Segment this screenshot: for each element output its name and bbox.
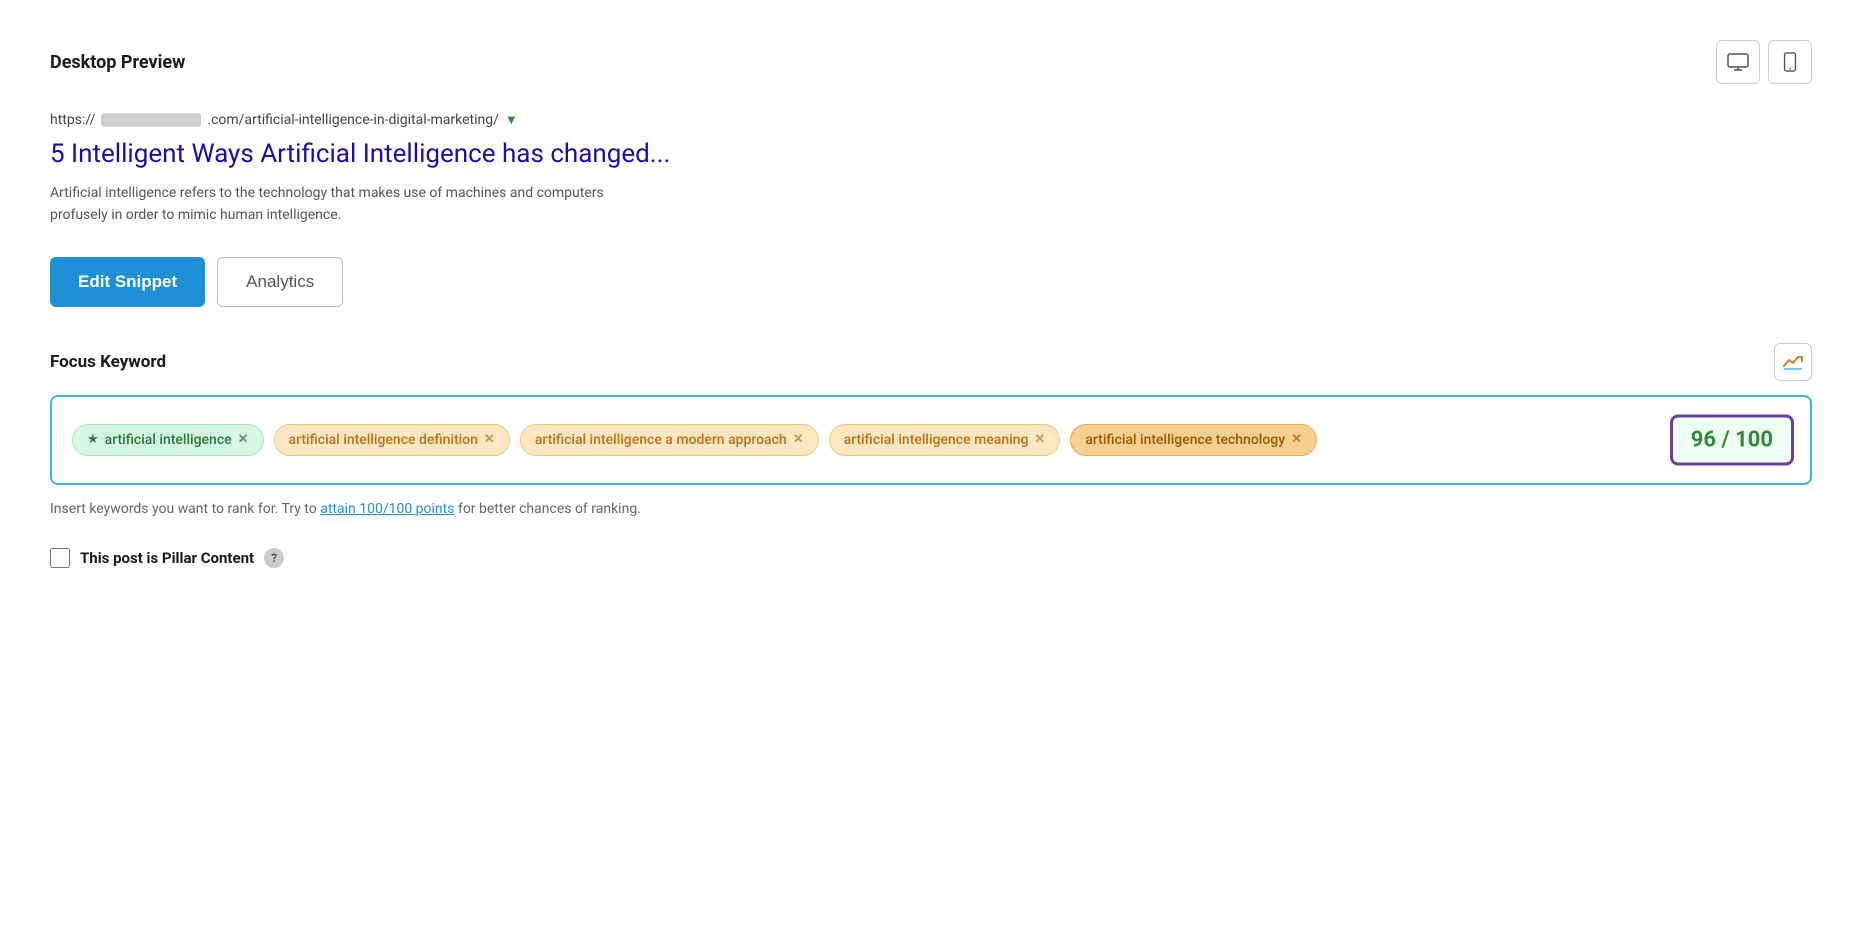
keyword-text: artificial intelligence definition [289, 432, 478, 448]
keyword-tag-ai-technology: artificial intelligence technology ✕ [1070, 424, 1317, 456]
url-suffix: .com/artificial-intelligence-in-digital-… [207, 112, 499, 128]
remove-keyword-button[interactable]: ✕ [793, 432, 804, 447]
focus-keyword-title: Focus Keyword [50, 352, 166, 372]
trending-icon-button[interactable] [1774, 343, 1812, 381]
focus-keyword-section: Focus Keyword ★ artificial intelligence … [50, 343, 1812, 520]
helper-text-before: Insert keywords you want to rank for. Tr… [50, 501, 320, 517]
pillar-content-label: This post is Pillar Content [80, 549, 254, 567]
desktop-preview-label: Desktop Preview [50, 52, 185, 73]
remove-keyword-button[interactable]: ✕ [238, 432, 249, 447]
keyword-text: artificial intelligence [105, 432, 232, 448]
keyword-tag-ai-meaning: artificial intelligence meaning ✕ [829, 424, 1061, 456]
keyword-text: artificial intelligence technology [1085, 432, 1285, 448]
remove-keyword-button[interactable]: ✕ [484, 432, 495, 447]
mobile-icon [1783, 52, 1797, 72]
snippet-desc-line1: Artificial intelligence refers to the te… [50, 185, 604, 201]
pillar-help-icon[interactable]: ? [264, 548, 284, 568]
keyword-text: artificial intelligence a modern approac… [535, 432, 787, 448]
desktop-icon [1727, 53, 1749, 71]
pillar-content-checkbox[interactable] [50, 548, 70, 568]
keyword-text: artificial intelligence meaning [844, 432, 1029, 448]
pillar-content-row: This post is Pillar Content ? [50, 548, 1812, 568]
remove-keyword-button[interactable]: ✕ [1034, 432, 1045, 447]
keyword-tag-artificial-intelligence: ★ artificial intelligence ✕ [72, 424, 264, 456]
keyword-tag-ai-modern-approach: artificial intelligence a modern approac… [520, 424, 819, 456]
snippet-description: Artificial intelligence refers to the te… [50, 182, 750, 227]
header-row: Desktop Preview [50, 40, 1812, 84]
mobile-view-button[interactable] [1768, 40, 1812, 84]
helper-text: Insert keywords you want to rank for. Tr… [50, 499, 1812, 520]
desktop-view-button[interactable] [1716, 40, 1760, 84]
analytics-button[interactable]: Analytics [217, 257, 343, 307]
score-badge: 96 / 100 [1670, 414, 1794, 465]
star-icon: ★ [87, 432, 99, 447]
snippet-desc-line2: profusely in order to mimic human intell… [50, 207, 341, 223]
url-blurred-domain [101, 113, 201, 127]
action-buttons: Edit Snippet Analytics [50, 257, 1812, 307]
keywords-container: ★ artificial intelligence ✕ artificial i… [50, 395, 1812, 485]
trending-up-icon [1783, 354, 1803, 370]
focus-keyword-header: Focus Keyword [50, 343, 1812, 381]
snippet-title[interactable]: 5 Intelligent Ways Artificial Intelligen… [50, 138, 1812, 172]
url-prefix: https:// [50, 112, 95, 128]
keyword-tag-ai-definition: artificial intelligence definition ✕ [274, 424, 510, 456]
helper-text-after: for better chances of ranking. [458, 501, 641, 517]
remove-keyword-button[interactable]: ✕ [1291, 432, 1302, 447]
url-row: https:// .com/artificial-intelligence-in… [50, 112, 1812, 128]
attain-points-link[interactable]: attain 100/100 points [320, 501, 454, 517]
device-icon-group [1716, 40, 1812, 84]
url-dropdown-arrow[interactable]: ▼ [505, 112, 518, 128]
edit-snippet-button[interactable]: Edit Snippet [50, 257, 205, 307]
